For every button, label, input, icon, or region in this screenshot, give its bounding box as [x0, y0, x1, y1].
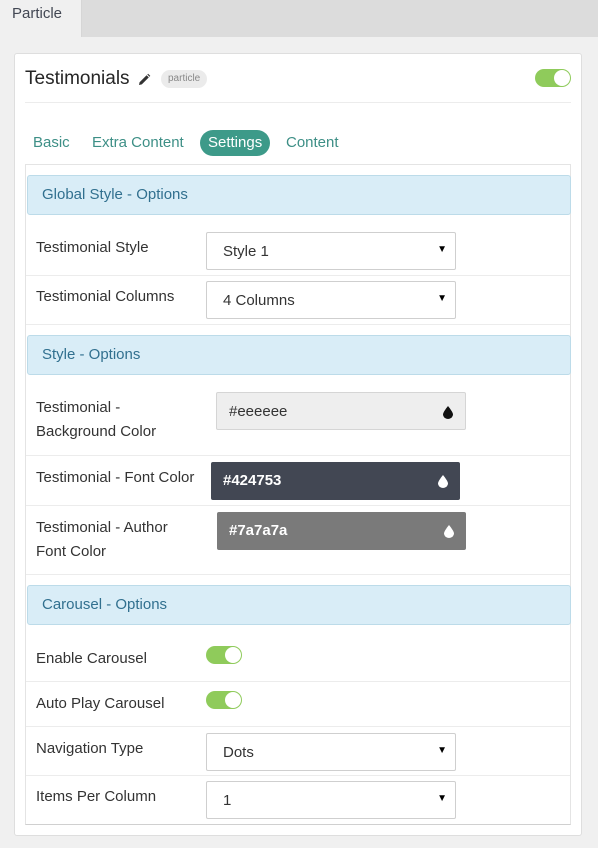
items-per-column-label: Items Per Column [36, 788, 157, 805]
label-line: Testimonial - Author [36, 519, 168, 536]
tab-extra-content[interactable]: Extra Content [92, 130, 184, 156]
testimonial-style-select[interactable]: Style 1 ▼ [206, 232, 456, 270]
background-color-label: Testimonial - Background Color [36, 396, 156, 444]
font-color-input[interactable]: #424753 [211, 462, 460, 500]
testimonial-columns-select[interactable]: 4 Columns ▼ [206, 281, 456, 319]
drop-icon[interactable] [438, 475, 448, 488]
settings-panel: Global Style - Options Testimonial Style… [25, 164, 571, 825]
select-value: Dots [223, 744, 254, 761]
auto-play-toggle[interactable] [206, 691, 242, 709]
particle-title: Testimonials [25, 68, 130, 89]
color-value: #eeeeee [229, 403, 288, 420]
row-background-color: Testimonial - Background Color #eeeeee [26, 386, 570, 456]
font-color-label: Testimonial - Font Color [36, 469, 195, 486]
tab-content[interactable]: Content [286, 130, 339, 156]
row-enable-carousel: Enable Carousel [26, 636, 570, 682]
author-font-color-input[interactable]: #7a7a7a [217, 512, 466, 550]
tab-particle[interactable]: Particle [0, 0, 82, 37]
caret-down-icon: ▼ [437, 793, 447, 804]
navigation-type-label: Navigation Type [36, 740, 144, 757]
particle-badge: particle [161, 70, 208, 88]
color-value: #7a7a7a [229, 522, 288, 539]
select-value: 1 [223, 792, 232, 809]
section-style: Style - Options [27, 335, 571, 375]
divider [25, 102, 571, 103]
tab-settings[interactable]: Settings [200, 130, 271, 156]
toggle-knob [225, 692, 241, 708]
items-per-column-select[interactable]: 1 ▼ [206, 781, 456, 819]
color-value: #424753 [223, 472, 282, 489]
auto-play-label: Auto Play Carousel [36, 695, 165, 712]
particle-enable-toggle[interactable] [535, 69, 571, 87]
row-author-font-color: Testimonial - Author Font Color #7a7a7a [26, 506, 570, 575]
select-value: Style 1 [223, 243, 269, 260]
toggle-knob [225, 647, 241, 663]
label-line: Font Color [36, 543, 107, 560]
testimonial-style-label: Testimonial Style [36, 239, 149, 256]
pencil-icon[interactable] [137, 73, 151, 87]
caret-down-icon: ▼ [437, 745, 447, 756]
toggle-knob [554, 70, 570, 86]
row-navigation-type: Navigation Type Dots ▼ [26, 727, 570, 776]
navigation-type-select[interactable]: Dots ▼ [206, 733, 456, 771]
row-items-per-column: Items Per Column 1 ▼ [26, 776, 570, 824]
drop-icon[interactable] [444, 525, 454, 538]
row-testimonial-columns: Testimonial Columns 4 Columns ▼ [26, 276, 570, 325]
drop-icon[interactable] [443, 406, 453, 419]
row-testimonial-style: Testimonial Style Style 1 ▼ [26, 226, 570, 276]
section-carousel: Carousel - Options [27, 585, 571, 625]
section-global-style: Global Style - Options [27, 175, 571, 215]
label-line: Testimonial - [36, 399, 121, 416]
testimonial-columns-label: Testimonial Columns [36, 288, 175, 305]
background-color-input[interactable]: #eeeeee [216, 392, 466, 430]
label-line: Background Color [36, 423, 157, 440]
caret-down-icon: ▼ [437, 244, 447, 255]
author-font-color-label: Testimonial - Author Font Color [36, 516, 168, 564]
row-auto-play: Auto Play Carousel [26, 682, 570, 727]
row-font-color: Testimonial - Font Color #424753 [26, 456, 570, 506]
tab-basic[interactable]: Basic [33, 130, 70, 156]
caret-down-icon: ▼ [437, 293, 447, 304]
enable-carousel-label: Enable Carousel [36, 650, 147, 667]
enable-carousel-toggle[interactable] [206, 646, 242, 664]
top-bar: Particle [0, 0, 598, 37]
select-value: 4 Columns [223, 292, 295, 309]
particle-card: Testimonials particle Basic Extra Conten… [14, 53, 582, 836]
